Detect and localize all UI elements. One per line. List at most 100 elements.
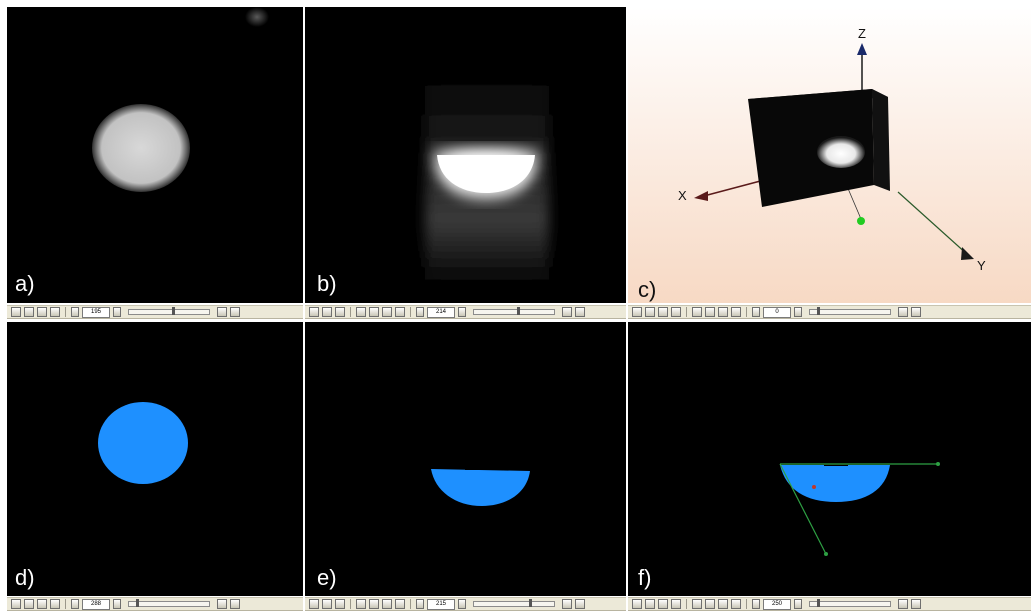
slice-next-icon[interactable] <box>458 307 466 317</box>
view-xz-icon[interactable] <box>24 307 34 317</box>
toolbar-e[interactable]: 215 <box>305 597 626 611</box>
slice-next-icon[interactable] <box>458 599 466 609</box>
slice-slider-thumb[interactable] <box>817 307 820 315</box>
contact-point-marker <box>812 485 816 489</box>
slice-slider-thumb[interactable] <box>136 599 139 607</box>
view-yz-icon[interactable] <box>37 599 47 609</box>
view-xy-icon[interactable] <box>645 599 655 609</box>
options-icon[interactable] <box>911 599 921 609</box>
view-3d-icon[interactable] <box>731 599 741 609</box>
view-yz-icon[interactable] <box>671 599 681 609</box>
toolbar-separator <box>686 307 687 317</box>
view-xy-icon[interactable] <box>645 307 655 317</box>
view-xz-icon[interactable] <box>658 307 668 317</box>
zoom-out-icon[interactable] <box>369 599 379 609</box>
toolbar-separator <box>65 307 66 317</box>
panel-d-label: d) <box>15 565 35 590</box>
fit-icon[interactable] <box>718 307 728 317</box>
toolbar-c[interactable]: 0 <box>628 305 1031 319</box>
slice-prev-icon[interactable] <box>416 599 424 609</box>
zoom-out-icon[interactable] <box>705 307 715 317</box>
panel-e-image <box>431 468 530 506</box>
panel-d-image <box>98 402 188 484</box>
options-icon[interactable] <box>911 307 921 317</box>
view-xz-icon[interactable] <box>658 599 668 609</box>
slice-slider[interactable] <box>473 307 555 315</box>
slice-number-field[interactable]: 0 <box>763 306 791 318</box>
view-3d-icon[interactable] <box>395 307 405 317</box>
toolbar-separator <box>410 599 411 609</box>
view-xz-icon[interactable] <box>322 307 332 317</box>
zoom-icon[interactable] <box>898 307 908 317</box>
slice-prev-icon[interactable] <box>752 599 760 609</box>
slice-next-icon[interactable] <box>113 307 121 317</box>
slice-slider[interactable] <box>809 599 891 607</box>
zoom-in-icon[interactable] <box>692 307 702 317</box>
zoom-out-icon[interactable] <box>369 307 379 317</box>
zoom-out-icon[interactable] <box>705 599 715 609</box>
cube-right-face <box>872 89 890 191</box>
panel-f-image <box>779 462 940 556</box>
slice-slider-thumb[interactable] <box>529 599 532 607</box>
slice-next-icon[interactable] <box>794 599 802 609</box>
fit-icon[interactable] <box>382 307 392 317</box>
zoom-icon[interactable] <box>217 599 227 609</box>
panel-b-image <box>425 67 549 287</box>
fit-icon[interactable] <box>718 599 728 609</box>
view-yz-icon[interactable] <box>335 307 345 317</box>
view-xy-icon[interactable] <box>309 599 319 609</box>
slice-next-icon[interactable] <box>794 307 802 317</box>
zoom-in-icon[interactable] <box>692 599 702 609</box>
zoom-in-icon[interactable] <box>356 307 366 317</box>
slice-slider[interactable] <box>128 599 210 607</box>
view-yz-icon[interactable] <box>335 599 345 609</box>
toolbar-f[interactable]: 250 <box>628 597 1031 611</box>
fit-icon[interactable] <box>382 599 392 609</box>
slice-slider[interactable] <box>128 307 210 315</box>
slice-prev-icon[interactable] <box>71 307 79 317</box>
slice-prev-icon[interactable] <box>416 307 424 317</box>
home-icon[interactable] <box>632 599 642 609</box>
zoom-icon[interactable] <box>562 599 572 609</box>
view-3d-icon[interactable] <box>731 307 741 317</box>
view-3d-icon[interactable] <box>395 599 405 609</box>
slice-next-icon[interactable] <box>113 599 121 609</box>
slice-number-field[interactable]: 288 <box>82 598 110 610</box>
view-xy-icon[interactable] <box>11 599 21 609</box>
zoom-icon[interactable] <box>898 599 908 609</box>
view-3d-icon[interactable] <box>50 307 60 317</box>
view-xz-icon[interactable] <box>24 599 34 609</box>
slice-number-field[interactable]: 195 <box>82 306 110 318</box>
slice-number-field[interactable]: 214 <box>427 306 455 318</box>
slice-prev-icon[interactable] <box>71 599 79 609</box>
slice-prev-icon[interactable] <box>752 307 760 317</box>
toolbar-a[interactable]: 195 <box>7 305 303 319</box>
view-yz-icon[interactable] <box>37 307 47 317</box>
options-icon[interactable] <box>575 307 585 317</box>
panel-a-microscopy: a) <box>7 7 303 303</box>
panel-c-label: c) <box>638 277 657 302</box>
zoom-icon[interactable] <box>562 307 572 317</box>
options-icon[interactable] <box>575 599 585 609</box>
baseline-end-marker <box>936 462 940 466</box>
view-3d-icon[interactable] <box>50 599 60 609</box>
zoom-in-icon[interactable] <box>356 599 366 609</box>
view-xy-icon[interactable] <box>11 307 21 317</box>
slice-slider-thumb[interactable] <box>172 307 175 315</box>
slice-number-field[interactable]: 250 <box>763 598 791 610</box>
zoom-icon[interactable] <box>217 307 227 317</box>
view-xy-icon[interactable] <box>309 307 319 317</box>
slice-slider-thumb[interactable] <box>817 599 820 607</box>
options-icon[interactable] <box>230 307 240 317</box>
panel-c-3d-render: Z X Y c) <box>628 7 1031 303</box>
home-icon[interactable] <box>632 307 642 317</box>
slice-slider-thumb[interactable] <box>517 307 520 315</box>
slice-slider[interactable] <box>473 599 555 607</box>
slice-number-field[interactable]: 215 <box>427 598 455 610</box>
options-icon[interactable] <box>230 599 240 609</box>
slice-slider[interactable] <box>809 307 891 315</box>
view-yz-icon[interactable] <box>671 307 681 317</box>
toolbar-b[interactable]: 214 <box>305 305 626 319</box>
view-xz-icon[interactable] <box>322 599 332 609</box>
toolbar-d[interactable]: 288 <box>7 597 303 611</box>
